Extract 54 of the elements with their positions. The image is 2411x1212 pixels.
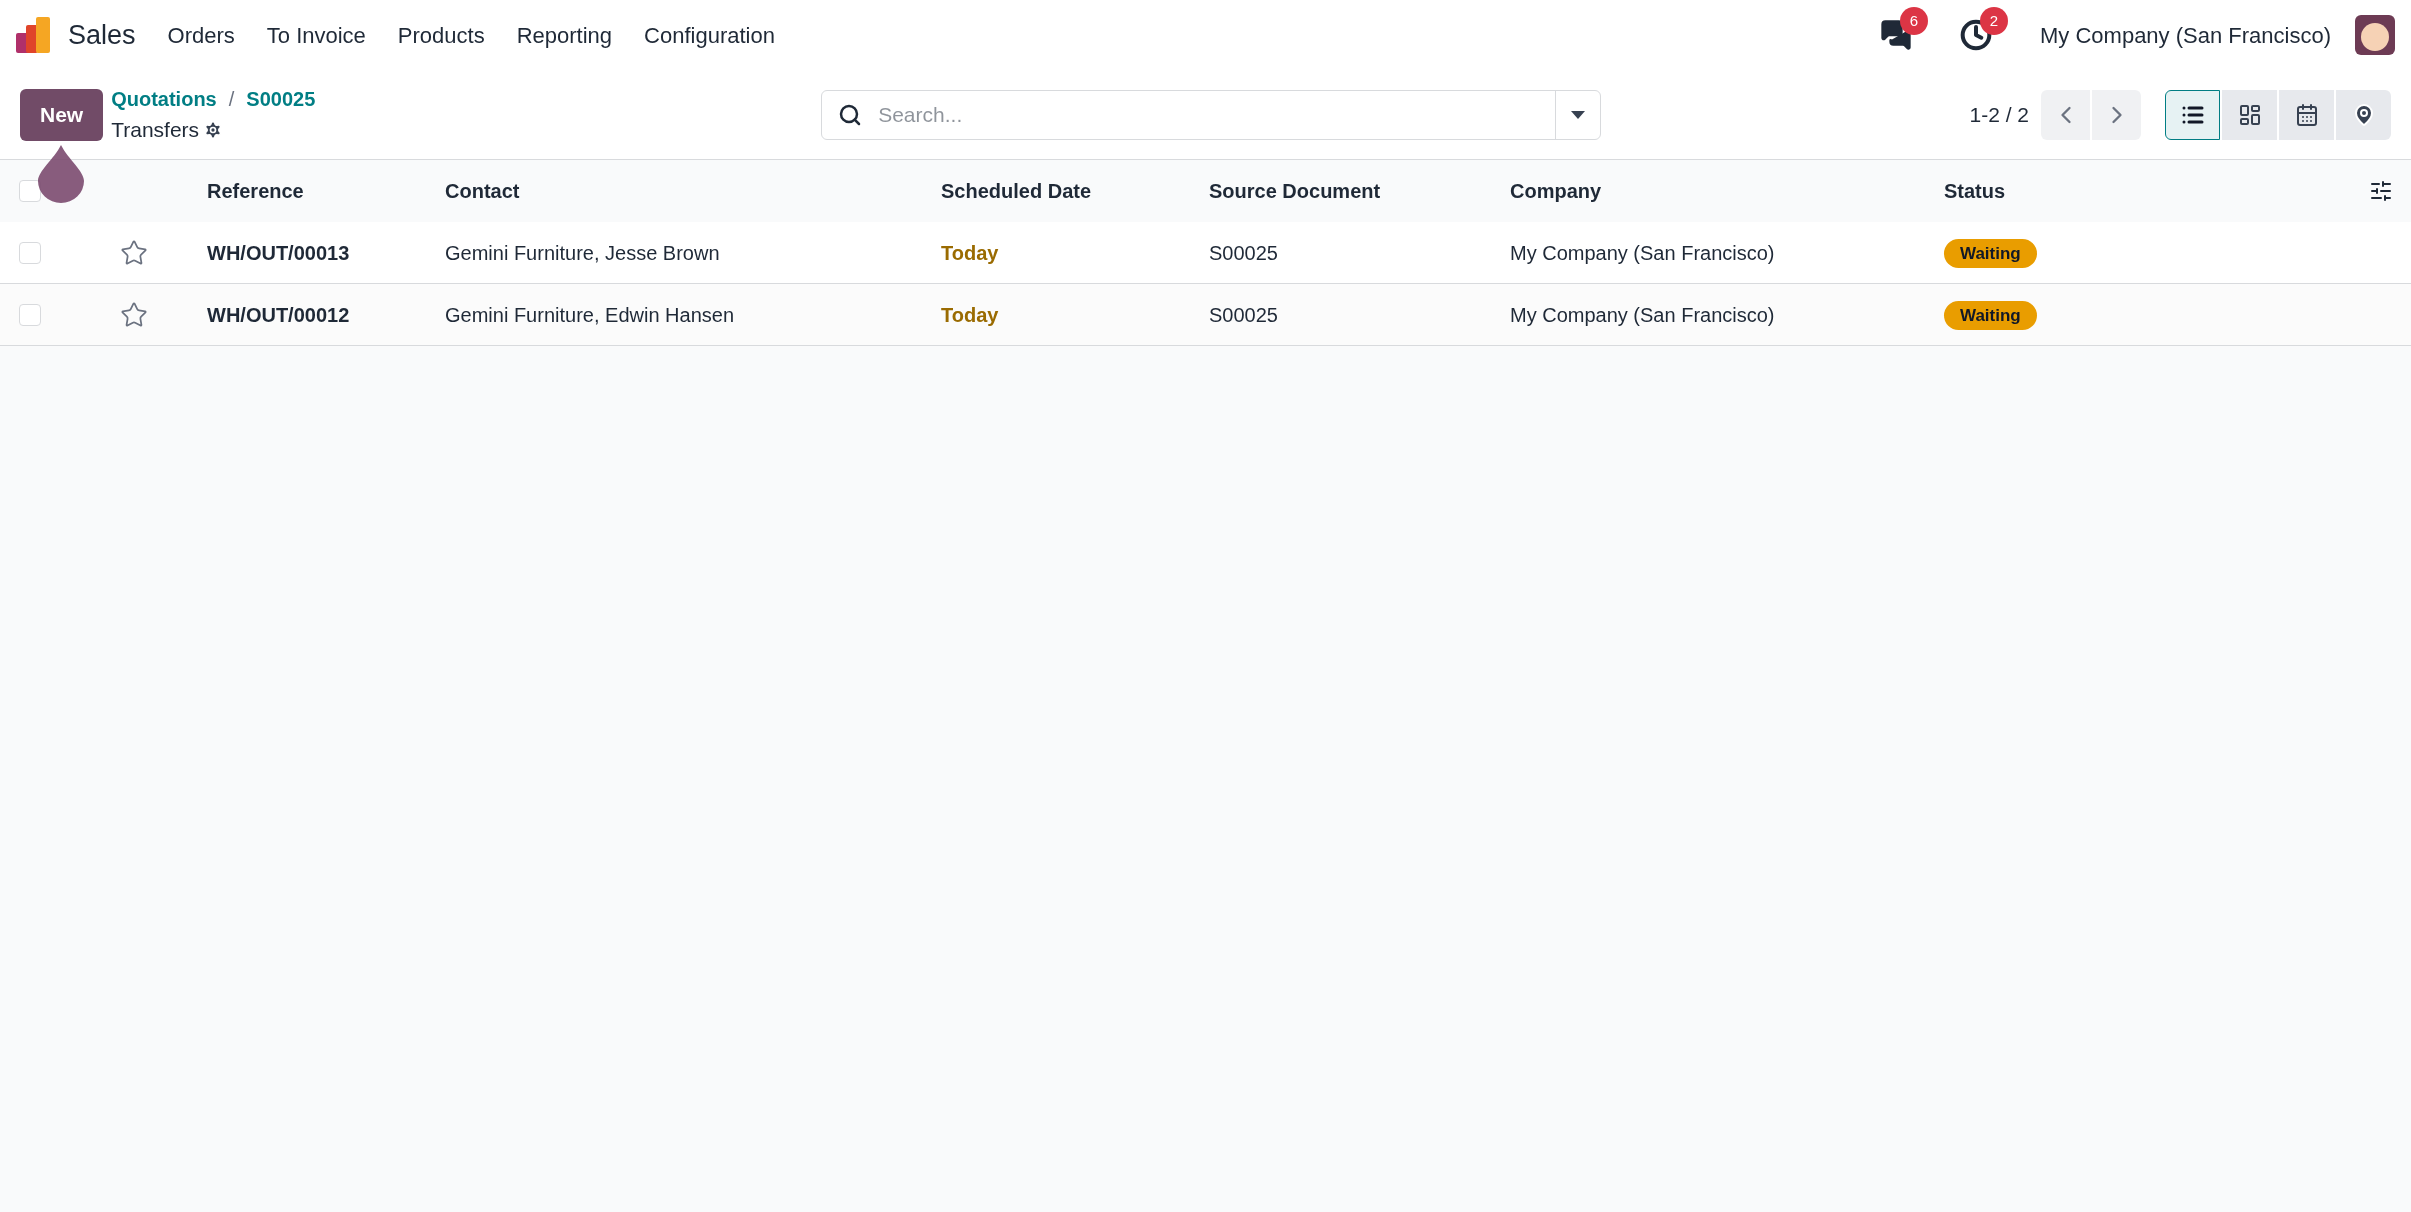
row-checkbox[interactable] (19, 303, 41, 326)
page-title: Transfers (111, 116, 200, 143)
column-header[interactable]: Company (1510, 176, 1944, 206)
table-cell-text: S00025 (1209, 302, 1279, 328)
breadcrumb-link[interactable]: S00025 (246, 83, 316, 114)
calendar-icon (2294, 102, 2319, 127)
breadcrumb-separator: / (228, 86, 235, 112)
menu-item[interactable]: To Invoice (266, 18, 366, 52)
status-badge: Waiting (1944, 238, 2037, 269)
menu-item[interactable]: Orders (167, 18, 235, 52)
row-checkbox[interactable] (19, 241, 41, 264)
click-ripple-drawing (38, 145, 84, 203)
select-all-checkbox[interactable] (19, 180, 41, 202)
company-switcher[interactable]: My Company (San Francisco) (2040, 18, 2331, 52)
chat-icon[interactable] (1880, 19, 1912, 51)
table-cell-text: Today (941, 240, 1000, 266)
search-field[interactable]: Search... (821, 89, 1602, 140)
user-avatar[interactable] (2355, 15, 2395, 55)
search-input[interactable]: Search... (878, 98, 1556, 131)
menu-item[interactable]: Configuration (644, 18, 775, 52)
column-header[interactable]: Reference (207, 176, 445, 206)
table-cell-text: My Company (San Francisco) (1510, 302, 1776, 328)
menu-item[interactable]: Products (397, 18, 485, 52)
table-cell-text: S00025 (1209, 240, 1279, 266)
search-icon (838, 102, 863, 127)
activity-count-badge: 2 (1980, 7, 2008, 35)
pager-value: 1-2 / 2 (1969, 101, 2029, 128)
table-cell-text: WH/OUT/00012 (207, 302, 351, 328)
table-cell-text: Gemini Furniture, Jesse Brown (445, 240, 721, 266)
column-header[interactable]: Contact (445, 176, 941, 206)
table-cell-text: Today (941, 302, 1000, 328)
column-header[interactable]: Source Document (1209, 176, 1510, 206)
view-switcher-button[interactable] (2336, 89, 2391, 140)
column-header[interactable]: Status (1944, 176, 2351, 206)
menu-item[interactable]: Reporting (516, 18, 613, 52)
view-switcher-button[interactable] (2279, 89, 2334, 140)
star-icon[interactable] (119, 300, 148, 329)
optional-columns-icon[interactable] (2369, 179, 2393, 203)
breadcrumb-link[interactable]: Quotations (111, 83, 217, 114)
kanban-view-icon (2237, 102, 2262, 127)
star-icon[interactable] (119, 238, 148, 267)
message-count-badge: 6 (1900, 7, 1928, 35)
table-cell-text: Gemini Furniture, Edwin Hansen (445, 302, 735, 328)
app-name[interactable]: Sales (68, 14, 136, 56)
table-cell-text: My Company (San Francisco) (1510, 240, 1776, 266)
column-header[interactable]: Scheduled Date (941, 176, 1209, 206)
app-logo-icon (16, 17, 52, 53)
view-switcher-button[interactable] (2165, 89, 2220, 140)
table-cell-text: WH/OUT/00013 (207, 240, 351, 266)
status-badge: Waiting (1944, 300, 2037, 331)
clock-icon[interactable] (1960, 19, 1992, 51)
caret-icon (1571, 110, 1586, 119)
view-switcher-button[interactable] (2222, 89, 2277, 140)
new-button[interactable]: New (20, 88, 104, 141)
